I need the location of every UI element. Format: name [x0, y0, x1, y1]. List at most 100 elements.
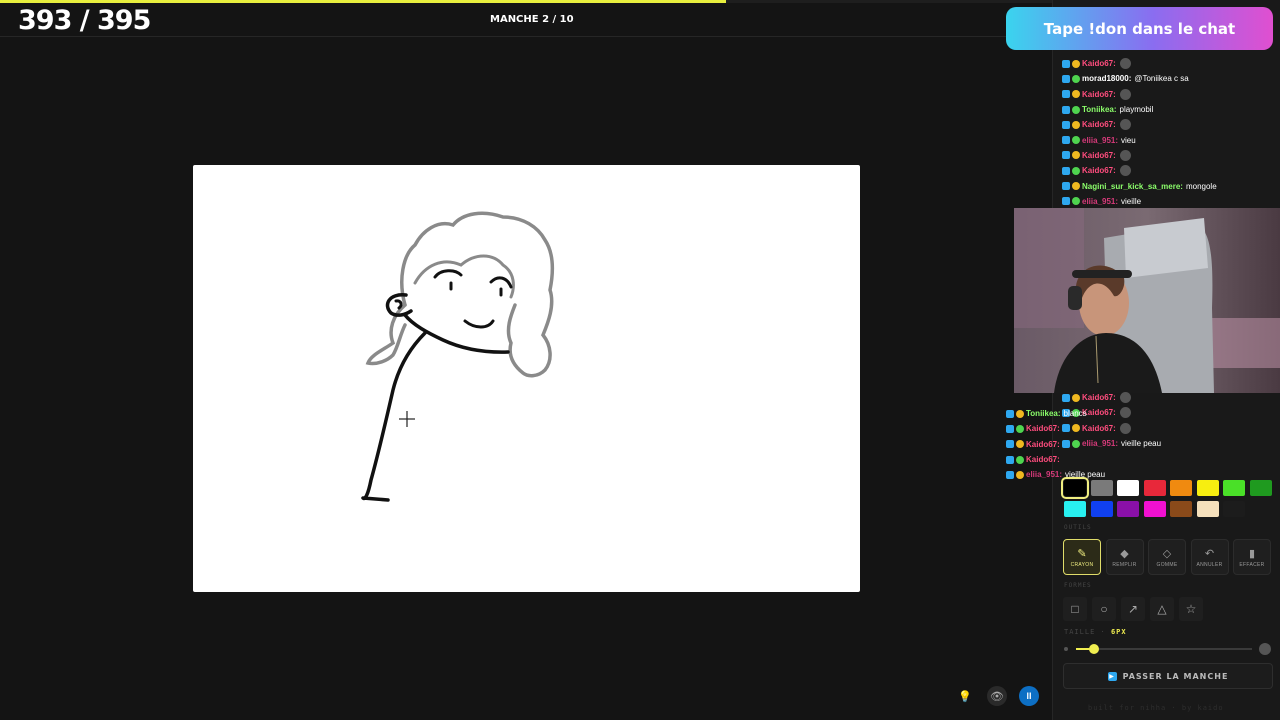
chat-username: Kaido67: — [1082, 59, 1116, 69]
chat-message: Kaido67: — [1006, 437, 1126, 452]
top-bar: 393 / 395 MANCHE 2 / 10 — [0, 3, 1052, 37]
badge-icon — [1072, 105, 1080, 114]
tool-icon: ◆ — [1120, 547, 1129, 560]
color-swatch[interactable] — [1090, 480, 1113, 496]
arrow-icon[interactable]: ↗ — [1121, 597, 1145, 621]
tool-icon: ↶ — [1204, 547, 1215, 560]
star-icon[interactable]: ☆ — [1179, 597, 1203, 621]
round-indicator: MANCHE 2 / 10 — [490, 14, 574, 25]
skip-round-button[interactable]: ▶ PASSER LA MANCHE — [1063, 663, 1273, 689]
rectangle-icon[interactable]: □ — [1063, 597, 1087, 621]
slider-thumb[interactable] — [1088, 644, 1099, 654]
skip-icon: ▶ — [1107, 671, 1117, 681]
chat-message: Toniikea: blancs — [1006, 406, 1126, 421]
chat-username: Toniikea: — [1026, 409, 1061, 419]
ellipse-icon[interactable]: ○ — [1092, 597, 1116, 621]
badge-icon — [1062, 166, 1070, 175]
chat-username: eliia_951: — [1082, 135, 1119, 145]
badge-icon — [1062, 393, 1070, 402]
badge-icon — [1006, 470, 1014, 479]
chat-text: blancs — [1063, 409, 1087, 419]
badge-icon — [1062, 120, 1070, 129]
chat-message: morad18000: @Toniikea c sa — [1062, 71, 1278, 86]
color-swatch[interactable] — [1196, 480, 1219, 496]
ear-inner-stroke — [394, 299, 403, 310]
tool-annuler[interactable]: ↶ ANNULER — [1190, 539, 1229, 575]
tool-remplir[interactable]: ◆ REMPLIR — [1105, 539, 1144, 575]
chat-username: Kaido67: — [1026, 439, 1060, 449]
chat-message: Kaido67: — [1062, 148, 1278, 163]
badge-icon — [1072, 151, 1080, 160]
chat-feed: Kaido67: morad18000: @Toniikea c sa Kaido67… — [1062, 56, 1278, 209]
emote-icon — [1119, 119, 1131, 131]
chat-message: Nagini_sur_kick_sa_mere: mongole — [1062, 178, 1278, 193]
color-swatch[interactable] — [1170, 501, 1192, 517]
badge-icon — [1016, 424, 1024, 433]
badge-icon — [1072, 136, 1080, 145]
color-swatch[interactable] — [1064, 501, 1086, 517]
chat-text: vieille peau — [1121, 439, 1162, 449]
chat-username: Toniikea: — [1082, 105, 1117, 115]
color-swatch[interactable] — [1170, 480, 1192, 496]
chat-message: Kaido67: — [1062, 390, 1278, 405]
chat-username: Kaido67: — [1082, 393, 1116, 403]
color-swatch[interactable] — [1143, 480, 1166, 496]
color-swatch[interactable] — [1223, 480, 1245, 496]
shape-bar: □ ○ ↗ △ ☆ — [1063, 597, 1273, 621]
score-counter: 393 / 395 — [18, 5, 151, 36]
hint-icon[interactable]: 💡 — [955, 686, 975, 706]
mouth-stroke — [463, 319, 495, 329]
chat-message: Kaido67: — [1062, 163, 1278, 178]
chat-message: Kaido67: — [1006, 452, 1126, 467]
color-swatch[interactable] — [1143, 501, 1166, 517]
badge-icon — [1072, 59, 1080, 68]
chat-username: Kaido67: — [1026, 424, 1060, 434]
tools-label: OUTILS — [1064, 524, 1092, 531]
color-swatch[interactable] — [1223, 501, 1245, 517]
tool-label: REMPLIR — [1112, 561, 1137, 568]
chat-message: Kaido67: — [1062, 117, 1278, 132]
eyebrow-right — [489, 276, 513, 289]
tool-crayon[interactable]: ✎ CRAYON — [1063, 539, 1101, 575]
badge-icon — [1006, 440, 1014, 449]
badge-icon — [1062, 105, 1070, 114]
chat-username: eliia_951: — [1026, 470, 1063, 480]
badge-icon — [1072, 166, 1080, 175]
badge-icon — [1062, 59, 1070, 68]
chat-message: Kaido67: — [1062, 87, 1278, 102]
tool-effacer[interactable]: ▮ EFFACER — [1233, 539, 1271, 575]
badge-icon — [1016, 470, 1024, 479]
pause-button[interactable]: II — [1019, 686, 1039, 706]
skip-round-label: PASSER LA MANCHE — [1122, 671, 1229, 681]
badge-icon — [1062, 182, 1070, 191]
color-swatch[interactable] — [1090, 501, 1113, 517]
color-swatch[interactable] — [1249, 480, 1272, 496]
chat-message: Kaido67: — [1062, 56, 1278, 71]
color-swatch[interactable] — [1196, 501, 1219, 517]
eyebrow-left — [433, 269, 463, 279]
color-swatch[interactable] — [1061, 477, 1089, 499]
color-swatch[interactable] — [1117, 480, 1139, 496]
tool-label: CRAYON — [1070, 561, 1094, 568]
chat-message: eliia_951: vieille — [1062, 194, 1278, 209]
badge-icon — [1062, 74, 1070, 83]
chat-username: Nagini_sur_kick_sa_mere: — [1082, 181, 1183, 191]
badge-icon — [1062, 136, 1070, 145]
badge-icon — [1006, 455, 1014, 464]
triangle-icon[interactable]: △ — [1150, 597, 1174, 621]
size-label: TAILLE · 6PX — [1064, 628, 1127, 636]
tool-gomme[interactable]: ◇ GOMME — [1148, 539, 1186, 575]
crosshair-cursor-icon — [399, 411, 415, 427]
chat-username: Kaido67: — [1082, 150, 1116, 160]
footer-credit: built for nihha · by kaido — [1088, 704, 1224, 712]
badge-icon — [1072, 90, 1080, 99]
brush-size-slider[interactable] — [1076, 644, 1252, 654]
chat-message: Kaido67: — [1006, 421, 1126, 436]
badge-icon — [1062, 90, 1070, 99]
chat-message: eliia_951: vieu — [1062, 132, 1278, 147]
size-min-icon — [1064, 647, 1068, 651]
color-swatch[interactable] — [1117, 501, 1139, 517]
drawing-canvas[interactable] — [193, 165, 860, 592]
eye-icon[interactable]: 👁 — [987, 686, 1007, 706]
chat-username: Kaido67: — [1082, 166, 1116, 176]
